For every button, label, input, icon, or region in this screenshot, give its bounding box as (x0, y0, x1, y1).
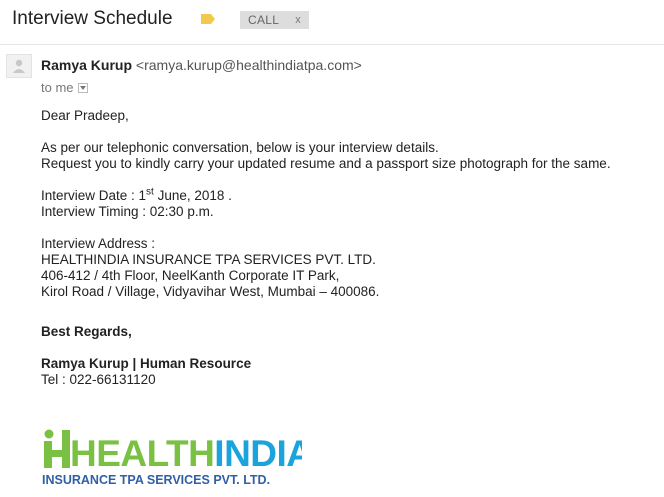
email-header-bar: Interview Schedule CALL x (0, 0, 664, 45)
chevron-down-icon (79, 85, 86, 90)
closing-regards: Best Regards, (41, 324, 132, 339)
email-body: Dear Pradeep, As per our telephonic conv… (41, 108, 611, 388)
show-details-button[interactable] (77, 82, 88, 93)
svg-text:INSURANCE TPA SERVICES PVT. LT: INSURANCE TPA SERVICES PVT. LTD. (42, 473, 270, 487)
sender-line: Ramya Kurup <ramya.kurup@healthindiatpa.… (41, 57, 362, 73)
interview-date: Interview Date : 1st June, 2018 . (41, 186, 232, 203)
address-label: Interview Address : (41, 236, 156, 251)
address-line: HEALTHINDIA INSURANCE TPA SERVICES PVT. … (41, 252, 376, 267)
recipient-label: to me (41, 80, 74, 95)
person-avatar-icon (6, 54, 32, 78)
svg-text:HEALTHINDIA: HEALTHINDIA (70, 433, 302, 474)
logo-heart-figure (44, 429, 70, 468)
sender-name[interactable]: Ramya Kurup (41, 57, 132, 73)
address-line: 406-412 / 4th Floor, NeelKanth Corporate… (41, 268, 340, 283)
address-line: Kirol Road / Village, Vidyavihar West, M… (41, 284, 380, 299)
signature-phone: Tel : 022-66131120 (41, 372, 156, 387)
sender-email: <ramya.kurup@healthindiatpa.com> (135, 57, 362, 73)
body-line: Request you to kindly carry your updated… (41, 156, 611, 171)
remove-label-button[interactable]: x (295, 11, 301, 29)
body-line: As per our telephonic conversation, belo… (41, 140, 439, 155)
label-chip-call[interactable]: CALL x (240, 11, 309, 29)
email-subject: Interview Schedule (12, 8, 173, 29)
recipient-line: to me (41, 80, 88, 95)
label-tag-icon[interactable] (200, 13, 216, 25)
label-chip-text: CALL (248, 13, 280, 27)
healthindia-logo: HEALTHINDIA INSURANCE TPA SERVICES PVT. … (42, 429, 302, 487)
signature-name: Ramya Kurup | Human Resource (41, 356, 252, 371)
greeting: Dear Pradeep, (41, 108, 129, 123)
interview-timing: Interview Timing : 02:30 p.m. (41, 204, 214, 219)
